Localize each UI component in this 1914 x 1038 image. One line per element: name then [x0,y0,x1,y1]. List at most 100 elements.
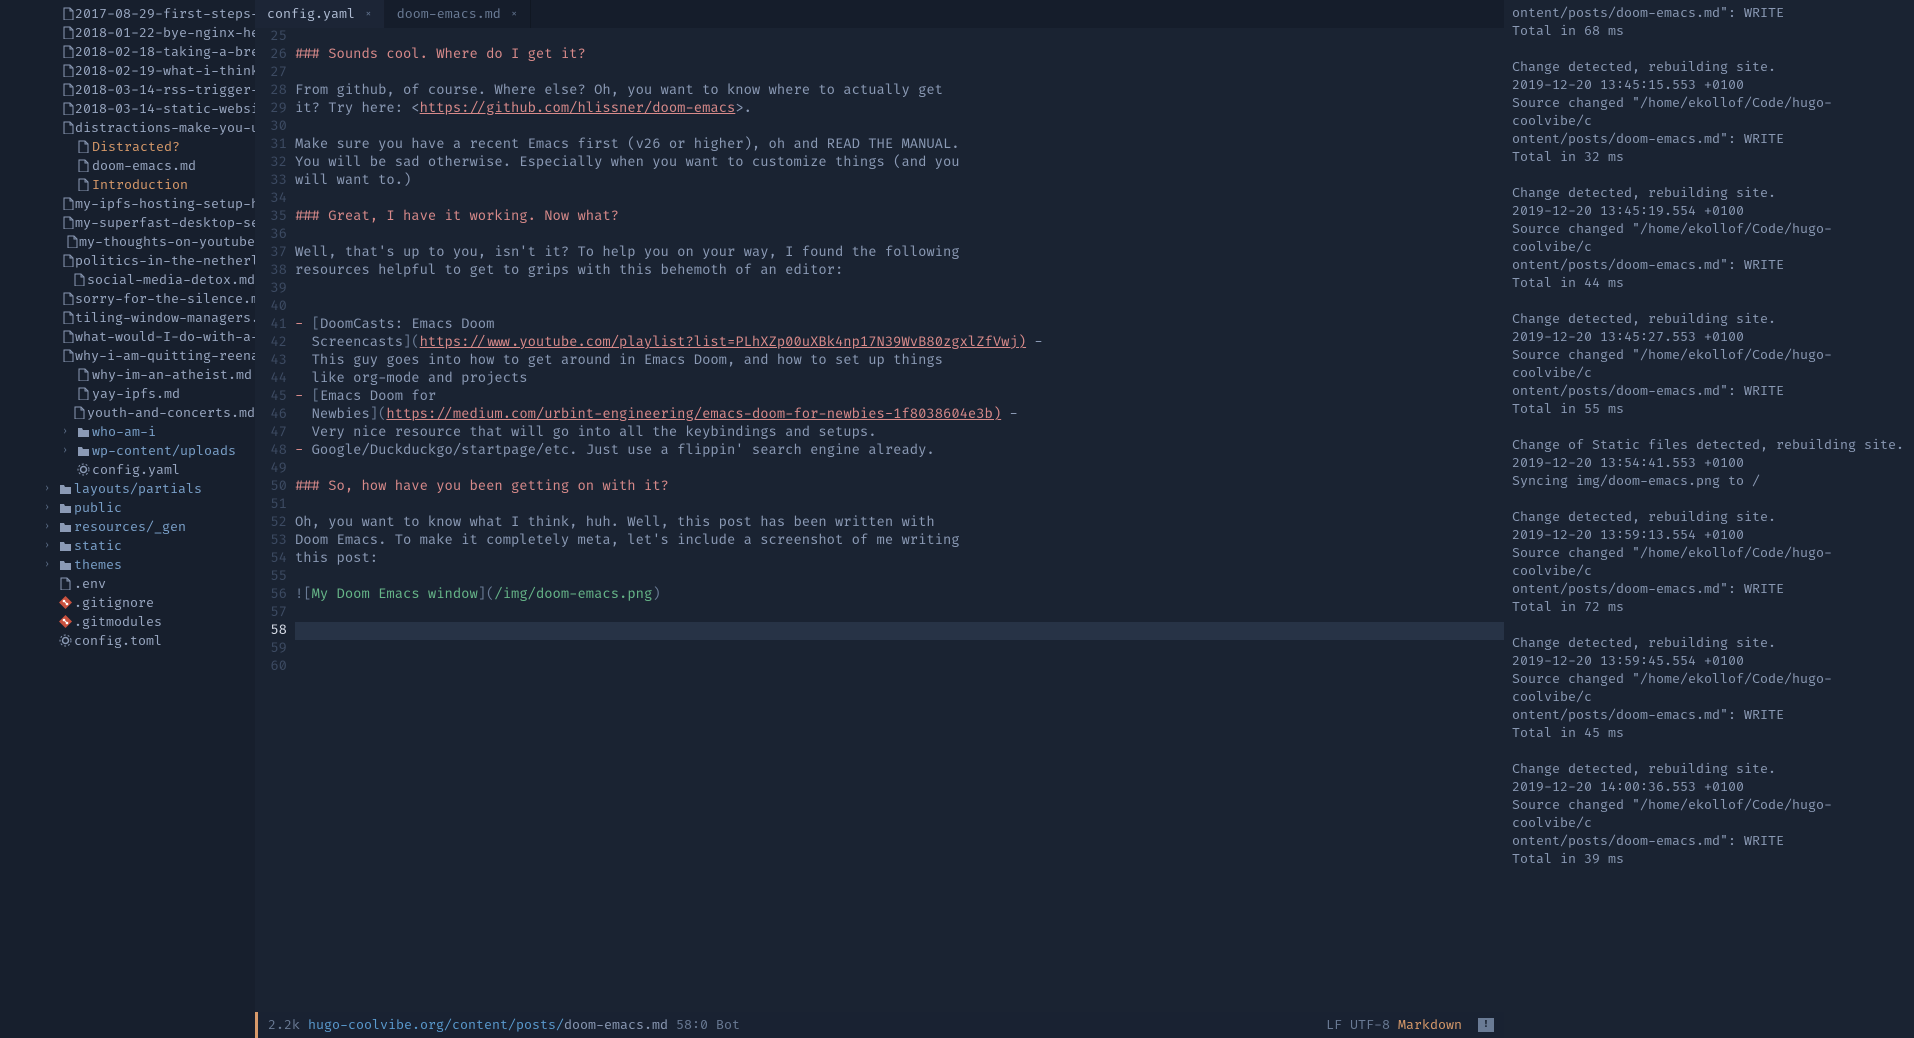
tree-item-label: yay-ipfs.md [92,386,180,402]
tree-item[interactable]: why-i-am-quitting-reena [0,346,255,365]
tree-item-label: Introduction [92,177,188,193]
tree-item[interactable]: › resources/_gen [0,517,255,536]
tree-item[interactable]: distractions-make-you-u [0,118,255,137]
file-icon [62,102,75,115]
chevron-icon: › [44,483,56,495]
file-tree-sidebar[interactable]: 2017-08-29-first-steps-or2018-01-22-bye-… [0,0,255,1038]
tree-item[interactable]: tiling-window-managers. [0,308,255,327]
tree-item-label: 2018-02-18-taking-a-bre [75,44,255,60]
chevron-icon: › [44,521,56,533]
tab-label: doom-emacs.md [397,6,501,22]
tree-item-label: config.toml [74,633,162,649]
file-icon [74,140,92,153]
tree-item[interactable]: .gitmodules [0,612,255,631]
line-gutter: 2526272829303132333435363738394041424344… [255,28,295,1012]
file-icon [56,596,74,609]
folder-icon [74,425,92,438]
editor[interactable]: 2526272829303132333435363738394041424344… [255,28,1504,1012]
file-icon [62,311,75,324]
tree-item[interactable]: doom-emacs.md [0,156,255,175]
tree-item[interactable]: 2018-03-14-rss-trigger-te [0,80,255,99]
file-icon [66,235,79,248]
file-icon [72,273,87,286]
tree-item[interactable]: yay-ipfs.md [0,384,255,403]
file-icon [62,83,75,96]
tree-item[interactable]: .env [0,574,255,593]
tree-item-label: static [74,538,122,554]
file-icon [62,64,75,77]
file-path: hugo-coolvibe.org/content/posts/doom-ema… [308,1017,668,1033]
encoding: LF UTF-8 [1326,1017,1390,1033]
tree-item[interactable]: what-would-I-do-with-a-c [0,327,255,346]
tree-item[interactable]: sorry-for-the-silence.md [0,289,255,308]
tree-item[interactable]: ›wp-content/uploads [0,441,255,460]
tree-item-label: Distracted? [92,139,180,155]
tree-item[interactable]: › static [0,536,255,555]
terminal-pane[interactable]: ontent/posts/doom-emacs.md": WRITE Total… [1504,0,1914,1038]
file-icon [62,26,75,39]
tree-item[interactable]: 2018-01-22-bye-nginx-he [0,23,255,42]
file-icon [56,634,74,647]
tree-item[interactable]: my-ipfs-hosting-setup-hu [0,194,255,213]
tab-bar: config.yaml× doom-emacs.md × [255,0,1504,28]
tree-item[interactable]: › layouts/partials [0,479,255,498]
tab[interactable]: doom-emacs.md × [385,0,531,28]
file-icon [74,368,92,381]
folder-icon [56,501,74,514]
tree-item[interactable]: 2018-03-14-static-websit [0,99,255,118]
tree-item-label: resources/_gen [74,519,186,535]
code-area[interactable]: ### Sounds cool. Where do I get it?From … [295,28,1504,1012]
tree-item-label: 2017-08-29-first-steps-or [75,6,255,22]
chevron-icon: › [44,502,56,514]
file-size: 2.2k [268,1017,300,1033]
modeline: 2.2k hugo-coolvibe.org/content/posts/doo… [255,1012,1504,1038]
tree-item-label: 2018-03-14-static-websit [75,101,255,117]
tree-item[interactable]: my-superfast-desktop-se [0,213,255,232]
editor-pane: config.yaml× doom-emacs.md × 2526272829303… [255,0,1504,1038]
chevron-icon: › [62,426,74,438]
tree-item-label: social-media-detox.md [87,272,255,288]
tree-item[interactable]: why-im-an-atheist.md [0,365,255,384]
tab[interactable]: config.yaml× [255,0,385,28]
file-icon [74,159,92,172]
file-icon [56,615,74,628]
file-icon [72,406,87,419]
tree-item-label: what-would-I-do-with-a-c [75,329,255,345]
tree-item-label: 2018-02-19-what-i-think [75,63,255,79]
tree-item[interactable]: 2018-02-18-taking-a-bre [0,42,255,61]
tree-item[interactable]: config.yaml [0,460,255,479]
file-icon [62,7,75,20]
close-icon[interactable]: × [511,8,518,21]
tree-item-label: distractions-make-you-u [75,120,255,136]
tree-item[interactable]: 2018-02-19-what-i-think [0,61,255,80]
close-icon[interactable]: × [365,8,372,21]
chevron-icon: › [44,559,56,571]
tree-item-label: wp-content/uploads [92,443,236,459]
tree-item[interactable]: config.toml [0,631,255,650]
tree-item-label: doom-emacs.md [92,158,196,174]
tree-item-label: config.yaml [92,462,180,478]
cursor-position: 58:0 Bot [676,1017,740,1033]
tree-item-label: who-am-i [92,424,156,440]
tree-item[interactable]: › who-am-i [0,422,255,441]
tree-item[interactable]: my-thoughts-on-youtube [0,232,255,251]
tree-item-label: my-ipfs-hosting-setup-hu [75,196,255,212]
tree-item[interactable]: politics-in-the-netherlan [0,251,255,270]
major-mode: Markdown [1398,1017,1462,1033]
tree-item[interactable]: youth-and-concerts.md [0,403,255,422]
tree-item[interactable]: Introduction [0,175,255,194]
tree-item[interactable]: › themes [0,555,255,574]
tree-item-label: layouts/partials [74,481,202,497]
tree-item-label: themes [74,557,122,573]
file-icon [74,387,92,400]
tree-item[interactable]: social-media-detox.md [0,270,255,289]
folder-icon [56,520,74,533]
file-icon [62,197,75,210]
chevron-icon: › [44,540,56,552]
tree-item[interactable]: Distracted? [0,137,255,156]
tree-item[interactable]: 2017-08-29-first-steps-or [0,4,255,23]
tree-item[interactable]: ›public [0,498,255,517]
file-icon [74,463,92,476]
tree-item-label: 2018-03-14-rss-trigger-te [75,82,255,98]
tree-item[interactable]: .gitignore [0,593,255,612]
